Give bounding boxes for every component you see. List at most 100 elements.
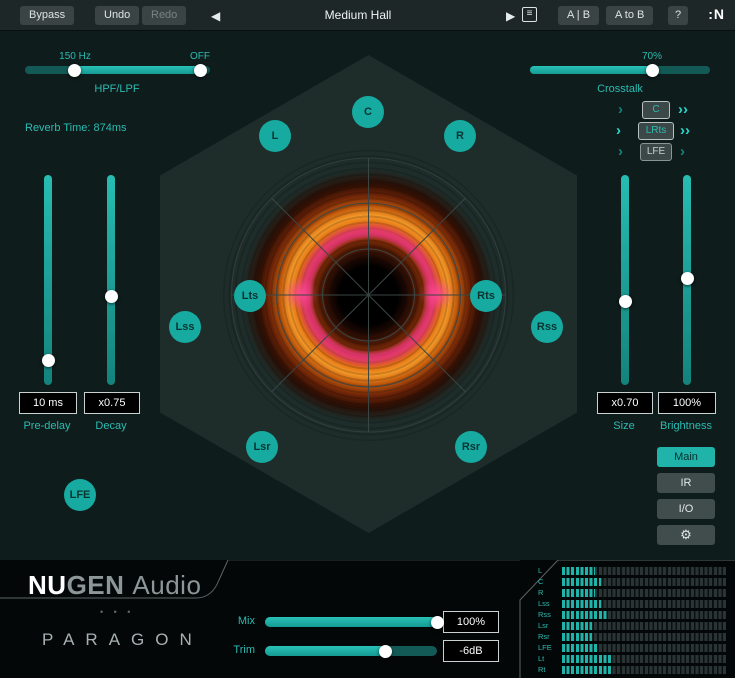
route-in-chevron-icon[interactable]: › xyxy=(616,122,621,140)
meter-row: Rsr xyxy=(538,632,726,642)
brand-audio: Audio xyxy=(132,570,201,600)
hpf-value-label: 150 Hz xyxy=(45,51,105,62)
meter-ticks xyxy=(562,644,726,652)
meter-bar xyxy=(562,622,726,630)
decay-handle[interactable] xyxy=(105,290,118,303)
meter-channel-label: Rss xyxy=(538,610,562,620)
brightness-handle[interactable] xyxy=(681,272,694,285)
meter-channel-label: R xyxy=(538,588,562,598)
trim-slider[interactable] xyxy=(265,646,437,656)
ab-compare-button[interactable]: A | B xyxy=(558,6,599,25)
a-to-b-button[interactable]: A to B xyxy=(606,6,653,25)
route-out-chevron-icon[interactable]: ›› xyxy=(680,122,690,140)
undo-button[interactable]: Undo xyxy=(95,6,139,25)
route-lrts-button[interactable]: LRts xyxy=(638,122,674,140)
channel-node-r[interactable]: R xyxy=(444,120,476,152)
channel-node-lsr[interactable]: Lsr xyxy=(246,431,278,463)
route-out-chevron-icon[interactable]: ›› xyxy=(678,101,688,119)
predelay-handle[interactable] xyxy=(42,354,55,367)
meter-bar xyxy=(562,611,726,619)
size-slider[interactable] xyxy=(621,175,629,385)
decay-caption: Decay xyxy=(84,420,138,432)
preset-name[interactable]: Medium Hall xyxy=(258,8,458,22)
meter-ticks xyxy=(562,666,726,674)
mix-value[interactable]: 100% xyxy=(443,611,499,633)
brand-gen: GEN xyxy=(67,570,125,600)
meter-channel-label: L xyxy=(538,566,562,576)
brightness-value[interactable]: 100% xyxy=(658,392,716,414)
size-handle[interactable] xyxy=(619,295,632,308)
meter-channel-label: C xyxy=(538,577,562,587)
route-in-chevron-icon[interactable]: › xyxy=(618,143,623,161)
hpf-lpf-caption: HPF/LPF xyxy=(77,83,157,95)
meter-ticks xyxy=(562,633,726,641)
size-caption: Size xyxy=(597,420,651,432)
footer: NUGENAudio • • • PARAGON Mix 100% Trim -… xyxy=(0,560,735,678)
meter-channel-label: Lsr xyxy=(538,621,562,631)
crosstalk-value-label: 70% xyxy=(632,51,672,62)
meter-channel-label: Rt xyxy=(538,665,562,675)
channel-node-rss[interactable]: Rss xyxy=(531,311,563,343)
prev-preset-icon[interactable]: ◀ xyxy=(205,7,226,25)
meter-ticks xyxy=(562,589,726,597)
tab-main[interactable]: Main xyxy=(657,447,715,467)
brand-dots: • • • xyxy=(100,607,134,617)
meter-bar xyxy=(562,644,726,652)
meter-row: Rss xyxy=(538,610,726,620)
mix-caption: Mix xyxy=(221,615,255,627)
meter-row: L xyxy=(538,566,726,576)
paragon-plugin-window: Bypass Undo Redo ◀ Medium Hall ▶ ≡ A | B… xyxy=(0,0,735,678)
meter-row: C xyxy=(538,577,726,587)
predelay-value[interactable]: 10 ms xyxy=(19,392,77,414)
next-preset-icon[interactable]: ▶ xyxy=(500,7,521,25)
meter-bar xyxy=(562,666,726,674)
nugen-logo-icon: :N xyxy=(708,6,725,22)
meter-channel-label: Rsr xyxy=(538,632,562,642)
redo-button[interactable]: Redo xyxy=(142,6,186,25)
meter-row: R xyxy=(538,588,726,598)
help-button[interactable]: ? xyxy=(668,6,688,25)
meter-channel-label: Lt xyxy=(538,654,562,664)
lpf-handle[interactable] xyxy=(194,64,207,77)
meter-ticks xyxy=(562,611,726,619)
meter-row: Lsr xyxy=(538,621,726,631)
mix-slider[interactable] xyxy=(265,617,437,627)
meter-bar xyxy=(562,567,726,575)
channel-node-rsr[interactable]: Rsr xyxy=(455,431,487,463)
bypass-button[interactable]: Bypass xyxy=(20,6,74,25)
brightness-caption: Brightness xyxy=(650,420,722,432)
mix-fill xyxy=(265,617,437,627)
decay-slider[interactable] xyxy=(107,175,115,385)
meter-row: Lss xyxy=(538,599,726,609)
channel-node-rts[interactable]: Rts xyxy=(470,280,502,312)
channel-node-lts[interactable]: Lts xyxy=(234,280,266,312)
trim-value[interactable]: -6dB xyxy=(443,640,499,662)
channel-node-l[interactable]: L xyxy=(259,120,291,152)
size-value[interactable]: x0.70 xyxy=(597,392,653,414)
meter-channel-label: Lss xyxy=(538,599,562,609)
decay-value[interactable]: x0.75 xyxy=(84,392,140,414)
route-out-chevron-icon[interactable]: › xyxy=(680,143,685,161)
route-c-button[interactable]: C xyxy=(642,101,670,119)
crosstalk-handle[interactable] xyxy=(646,64,659,77)
channel-node-lss[interactable]: Lss xyxy=(169,311,201,343)
channel-node-c[interactable]: C xyxy=(352,96,384,128)
channel-node-lfe[interactable]: LFE xyxy=(64,479,96,511)
trim-caption: Trim xyxy=(221,644,255,656)
meter-row: LFE xyxy=(538,643,726,653)
meter-bar xyxy=(562,600,726,608)
preset-list-icon[interactable]: ≡ xyxy=(522,7,537,22)
mix-handle[interactable] xyxy=(431,616,444,629)
trim-fill xyxy=(265,646,385,656)
trim-handle[interactable] xyxy=(379,645,392,658)
meter-ticks xyxy=(562,567,726,575)
product-name: PARAGON xyxy=(42,630,203,650)
output-meters: LCRLssRssLsrRsrLFELtRt xyxy=(538,566,726,676)
hpf-handle[interactable] xyxy=(68,64,81,77)
settings-gear-button[interactable]: ⚙ xyxy=(657,525,715,545)
crosstalk-caption: Crosstalk xyxy=(580,83,660,95)
tab-ir[interactable]: IR xyxy=(657,473,715,493)
tab-io[interactable]: I/O xyxy=(657,499,715,519)
route-lfe-button[interactable]: LFE xyxy=(640,143,672,161)
route-in-chevron-icon[interactable]: › xyxy=(618,101,623,119)
